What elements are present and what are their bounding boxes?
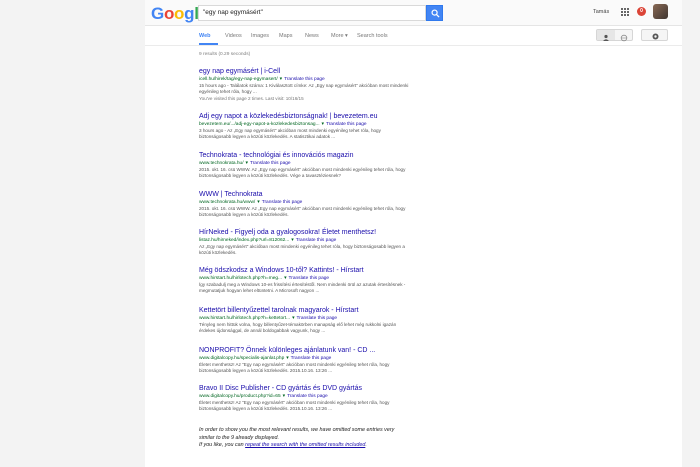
translate-link[interactable]: Translate this page [326, 122, 367, 127]
snippet-text: 15 hours ago - Találatok száma: 1 Kivála… [199, 83, 409, 95]
personal-results-toggle[interactable] [596, 29, 633, 42]
result-url: www.hirstart.hu/hirlotech.php?h=meg... ▾ T… [199, 276, 409, 281]
active-tab-indicator [199, 43, 218, 45]
tab-videos[interactable]: Videos [225, 33, 242, 39]
omitted-results-notice: In order to show you the most relevant r… [199, 427, 409, 450]
url-dropdown-caret-icon[interactable]: ▾ [284, 276, 286, 281]
notifications-badge[interactable]: 0 [637, 7, 646, 16]
person-icon[interactable] [597, 30, 615, 41]
result-url-text: www.technokrata.hu/ [199, 161, 244, 166]
result-url-text: listaz.hu/hirneked/index.php?url=812062.… [199, 238, 290, 243]
tab-images[interactable]: Images [251, 33, 269, 39]
search-result: HírNeked - Figyelj oda a gyalogosokra! É… [199, 229, 409, 257]
result-snippet: Az „Egy nap egymásért" akcióban most min… [199, 244, 405, 256]
result-url-text: www.hirstart.hu/hirlotech.php?h=kettetor… [199, 316, 291, 321]
search-results-page: Google "egy nap egymásért" Tamás 0 Web V… [145, 0, 682, 467]
search-icon [431, 9, 440, 18]
result-url: www.technokrata.hu/www/▾ Translate this p… [199, 200, 409, 205]
url-dropdown-caret-icon[interactable]: ▾ [286, 356, 288, 361]
result-snippet: 15 hours ago - Találatok száma: 1 Kivála… [199, 83, 409, 102]
result-title-link[interactable]: egy nap egymásért | i-Cell [199, 68, 409, 75]
result-title-link[interactable]: Bravo II Disc Publisher - CD gyártás és … [199, 385, 409, 392]
result-url: icell.hu/hirek/tag/egy-nap-egymasert/▾ Tr… [199, 77, 409, 82]
omitted-suffix: . [365, 442, 367, 448]
logo-letter: o [163, 4, 175, 23]
tab-web[interactable]: Web [199, 33, 211, 39]
translate-link[interactable]: Translate this page [291, 356, 332, 361]
logo-letter: g [184, 4, 195, 23]
translate-link[interactable]: Translate this page [287, 394, 328, 399]
result-title-link[interactable]: Adj egy napot a közlekedésbiztonságnak! … [199, 113, 409, 120]
result-url: listaz.hu/hirneked/index.php?url=812062.… [199, 238, 409, 243]
url-dropdown-caret-icon[interactable]: ▾ [322, 122, 324, 127]
search-result: Még ödszkodsz a Windows 10-től? Kattints… [199, 267, 409, 295]
apps-grid-icon[interactable] [621, 8, 629, 16]
url-dropdown-caret-icon[interactable]: ▾ [257, 200, 259, 205]
result-snippet: Életet menthetsz! Az "Egy nap egymásért"… [199, 362, 390, 374]
search-result: NONPROFIT? Önnek különleges ajánlatunk v… [199, 347, 409, 375]
tab-maps[interactable]: Maps [279, 33, 292, 39]
gear-icon [652, 33, 659, 40]
omitted-text: In order to show you the most relevant r… [199, 427, 395, 441]
result-url: www.digitalcopy.hu/product.php?id=65 ▾ Tra… [199, 394, 409, 399]
result-title-link[interactable]: HírNeked - Figyelj oda a gyalogosokra! É… [199, 229, 409, 236]
omitted-prefix: If you like, you can [199, 442, 246, 448]
tab-search-tools[interactable]: Search tools [357, 33, 388, 39]
result-snippet: 3 hours ago - Az „Egy nap egymásért" akc… [199, 128, 381, 140]
logo-letter: o [174, 4, 185, 23]
result-snippet: Tényleg nem hittük volna, hogy billentyű… [199, 322, 397, 334]
settings-button[interactable] [641, 29, 668, 41]
result-snippet: 2015. okt. 16. csü WWW. Az „Egy nap egym… [199, 167, 406, 179]
search-result: WWW | Technokrata www.technokrata.hu/www… [199, 191, 409, 219]
result-url-text: bevezetem.eu/.../adj-egy-napot-a-kozleke… [199, 122, 320, 127]
result-url: www.technokrata.hu/▾ Translate this page [199, 161, 409, 166]
result-stats: 9 results (0.29 seconds) [199, 52, 251, 57]
result-url-text: www.hirstart.hu/hirlotech.php?h=meg... [199, 276, 283, 281]
translate-link[interactable]: Translate this page [296, 316, 337, 321]
result-url-text: www.digitalcopy.hu/product.php?id=65 [199, 394, 281, 399]
result-url-text: icell.hu/hirek/tag/egy-nap-egymasert/ [199, 77, 278, 82]
translate-link[interactable]: Translate this page [296, 238, 337, 243]
url-dropdown-caret-icon[interactable]: ▾ [246, 161, 248, 166]
result-title-link[interactable]: WWW | Technokrata [199, 191, 409, 198]
search-result: Kettetört billentyűzettel tarolnak magya… [199, 307, 409, 335]
search-input[interactable]: "egy nap egymásért" [198, 5, 426, 21]
user-name[interactable]: Tamás [593, 9, 609, 15]
visit-history: You've visited this page 2 times. Last v… [199, 95, 304, 101]
result-url: bevezetem.eu/.../adj-egy-napot-a-kozleke… [199, 122, 409, 127]
url-dropdown-caret-icon[interactable]: ▾ [292, 316, 294, 321]
globe-icon[interactable] [615, 30, 633, 42]
search-result: Adj egy napot a közlekedésbiztonságnak! … [199, 113, 409, 141]
translate-link[interactable]: Translate this page [288, 276, 329, 281]
url-dropdown-caret-icon[interactable]: ▾ [283, 394, 285, 399]
url-dropdown-caret-icon[interactable]: ▾ [280, 77, 282, 82]
result-title-link[interactable]: Még ödszkodsz a Windows 10-től? Kattints… [199, 267, 409, 274]
search-result: egy nap egymásért | i-Cell icell.hu/hire… [199, 68, 409, 102]
result-title-link[interactable]: NONPROFIT? Önnek különleges ajánlatunk v… [199, 347, 409, 354]
translate-link[interactable]: Translate this page [284, 77, 325, 82]
avatar[interactable] [653, 4, 668, 19]
translate-link[interactable]: Translate this page [262, 200, 303, 205]
tab-more[interactable]: More ▾ [331, 33, 348, 39]
result-snippet: 2015. okt. 16. csü WWW. Az „Egy nap egym… [199, 206, 406, 218]
result-url-text: www.digitalcopy.hu/specialis-ajanlat.php [199, 356, 285, 361]
result-url: www.digitalcopy.hu/specialis-ajanlat.php… [199, 356, 409, 361]
logo-letter: G [151, 4, 164, 23]
top-bar: Google "egy nap egymásért" Tamás 0 [145, 0, 682, 26]
result-title-link[interactable]: Kettetört billentyűzettel tarolnak magya… [199, 307, 409, 314]
search-result: Technokrata - technológiai és innovációs… [199, 152, 409, 180]
result-snippet: Így szabadulj meg a Windows 10-es frissí… [199, 282, 406, 294]
translate-link[interactable]: Translate this page [250, 161, 291, 166]
url-dropdown-caret-icon[interactable]: ▾ [291, 238, 293, 243]
result-url: www.hirstart.hu/hirlotech.php?h=kettetor… [199, 316, 409, 321]
search-result: Bravo II Disc Publisher - CD gyártás és … [199, 385, 409, 413]
search-button[interactable] [426, 5, 443, 21]
tab-news[interactable]: News [305, 33, 319, 39]
result-url-text: www.technokrata.hu/www/ [199, 200, 256, 205]
repeat-search-link[interactable]: repeat the search with the omitted resul… [245, 442, 365, 448]
result-snippet: Életet menthetsz! Az "Egy nap egymásért"… [199, 400, 390, 412]
result-title-link[interactable]: Technokrata - technológiai és innovációs… [199, 152, 409, 159]
